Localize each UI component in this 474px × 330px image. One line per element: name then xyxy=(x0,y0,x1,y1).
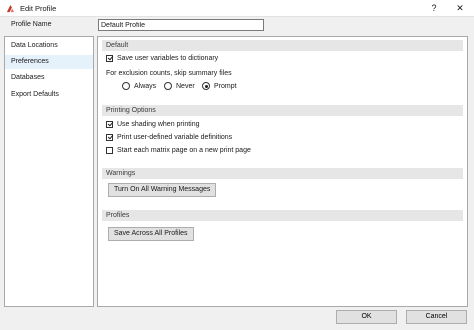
radio-always-circle[interactable] xyxy=(122,82,130,90)
save-across-profiles-button[interactable]: Save Across All Profiles xyxy=(108,227,194,241)
shading-option[interactable]: Use shading when printing xyxy=(106,119,200,129)
cancel-button[interactable]: Cancel xyxy=(406,310,467,324)
save-vars-checkbox[interactable] xyxy=(106,54,113,62)
radio-always[interactable]: Always xyxy=(122,81,156,91)
nav-item-databases[interactable]: Databases xyxy=(5,71,93,85)
section-header-warnings: Warnings xyxy=(102,168,463,179)
nav-item-preferences[interactable]: Preferences xyxy=(5,55,93,69)
ok-button[interactable]: OK xyxy=(336,310,397,324)
preferences-panel: Default Save user variables to dictionar… xyxy=(97,36,468,307)
section-header-printing: Printing Options xyxy=(102,105,463,116)
section-header-default: Default xyxy=(102,40,463,51)
nav-panel: Data Locations Preferences Databases Exp… xyxy=(4,36,94,307)
radio-prompt-label: Prompt xyxy=(214,82,237,90)
print-definitions-label: Print user-defined variable definitions xyxy=(117,133,233,141)
nav-item-export-defaults[interactable]: Export Defaults xyxy=(5,88,93,102)
radio-never[interactable]: Never xyxy=(164,81,195,91)
warnings-button[interactable]: Turn On All Warning Messages xyxy=(108,183,217,197)
radio-prompt-circle[interactable] xyxy=(202,82,210,90)
new-page-label: Start each matrix page on a new print pa… xyxy=(117,146,251,154)
save-vars-label: Save user variables to dictionary xyxy=(117,54,219,62)
exclusion-label-row: For exclusion counts, skip summary files xyxy=(106,68,232,78)
radio-never-circle[interactable] xyxy=(164,82,172,90)
close-button[interactable]: ✕ xyxy=(452,2,468,15)
title-bar: Edit Profile ? ✕ xyxy=(0,0,474,17)
profile-name-input[interactable] xyxy=(98,19,264,31)
radio-always-label: Always xyxy=(134,82,157,90)
new-page-option[interactable]: Start each matrix page on a new print pa… xyxy=(106,145,251,155)
exclusion-label: For exclusion counts, skip summary files xyxy=(106,69,232,77)
shading-label: Use shading when printing xyxy=(117,120,200,128)
shading-checkbox[interactable] xyxy=(106,120,113,128)
save-vars-option[interactable]: Save user variables to dictionary xyxy=(106,53,218,63)
app-logo-icon xyxy=(6,4,15,13)
radio-never-label: Never xyxy=(176,82,195,90)
radio-prompt[interactable]: Prompt xyxy=(202,81,237,91)
section-header-profiles: Profiles xyxy=(102,210,463,221)
print-definitions-checkbox[interactable] xyxy=(106,133,113,141)
help-button[interactable]: ? xyxy=(426,2,442,15)
profile-name-label: Profile Name xyxy=(11,21,52,28)
nav-item-data-locations[interactable]: Data Locations xyxy=(5,39,93,53)
new-page-checkbox[interactable] xyxy=(106,146,113,154)
window-title: Edit Profile xyxy=(20,4,57,13)
print-definitions-option[interactable]: Print user-defined variable definitions xyxy=(106,132,232,142)
